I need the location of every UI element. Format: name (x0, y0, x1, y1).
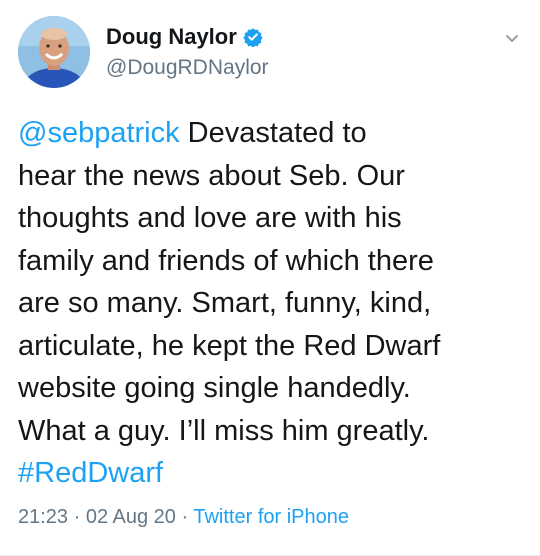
avatar[interactable] (18, 16, 90, 88)
tweet-meta: 21:23 · 02 Aug 20 · Twitter for iPhone (18, 506, 349, 529)
profile-photo-icon (18, 16, 90, 88)
meta-separator: · (175, 506, 194, 528)
display-name-row: Doug Naylor (106, 22, 269, 52)
tweet-header: Doug Naylor @DougRDNaylor (18, 16, 522, 96)
mention-link[interactable]: @sebpatrick (18, 117, 180, 149)
author-handle[interactable]: @DougRDNaylor (106, 56, 269, 80)
verified-badge-icon (243, 27, 263, 48)
display-name[interactable]: Doug Naylor (106, 24, 237, 50)
tweet-card: Doug Naylor @DougRDNaylor @sebpatrick De… (0, 0, 540, 556)
hashtag-link[interactable]: #RedDwarf (18, 457, 163, 489)
author-names: Doug Naylor @DougRDNaylor (106, 22, 269, 80)
chevron-down-icon[interactable] (502, 28, 522, 48)
tweet-body: Devastated to hear the news about Seb. O… (18, 117, 441, 447)
tweet-text: @sebpatrick Devastated to hear the news … (18, 112, 528, 495)
meta-separator: · (68, 506, 86, 528)
tweet-date[interactable]: 02 Aug 20 (86, 506, 176, 528)
tweet-source-link[interactable]: Twitter for iPhone (193, 506, 349, 528)
tweet-time[interactable]: 21:23 (18, 506, 68, 528)
